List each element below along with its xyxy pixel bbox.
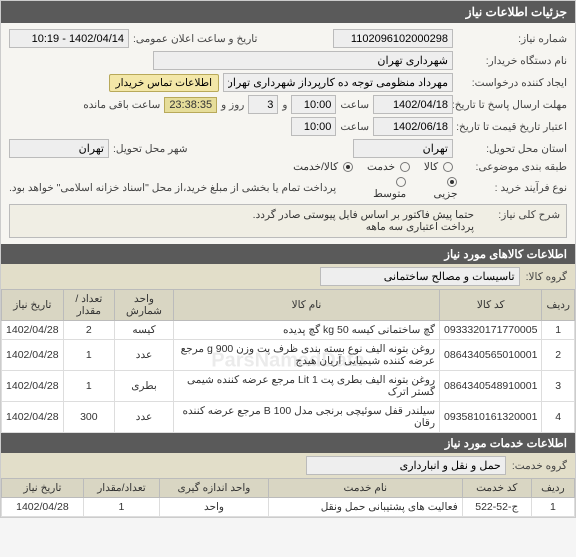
announce-label: تاریخ و ساعت اعلان عمومی: xyxy=(133,33,257,45)
requester-label: ایجاد کننده درخواست: xyxy=(457,77,567,89)
buy-type-medium[interactable]: متوسط xyxy=(360,176,406,200)
cell-name: روغن بتونه الیف نوع بسته بندی ظرف پت وزن… xyxy=(173,340,439,371)
cell-date: 1402/04/28 xyxy=(2,321,64,340)
cell-qty: 300 xyxy=(63,402,115,433)
cell-unit: عدد xyxy=(115,402,174,433)
services-group-row: گروه خدمت: xyxy=(1,453,575,478)
cell-date: 1402/04/28 xyxy=(2,371,64,402)
countdown: 23:38:35 xyxy=(164,97,217,113)
cell-name: فعالیت های پشتیبانی حمل ونقل xyxy=(268,498,462,517)
need-details-panel: جزئیات اطلاعات نیاز شماره نیاز: تاریخ و … xyxy=(0,0,576,518)
scol-code: کد خدمت xyxy=(462,479,531,498)
buyer-label: نام دستگاه خریدار: xyxy=(457,55,567,67)
province-label: استان محل تحویل: xyxy=(457,143,567,155)
cell-code: 0935810161320001 xyxy=(440,402,542,433)
city-field xyxy=(9,139,109,158)
validity-date-field xyxy=(373,117,453,136)
deadline-date-field xyxy=(373,95,453,114)
deadline-time-field xyxy=(291,95,336,114)
scol-qty: تعداد/مقدار xyxy=(83,479,159,498)
cell-name: سیلندر قفل سوئیچی برنجی مدل B 100 مرجع ع… xyxy=(173,402,439,433)
services-group-field xyxy=(306,456,506,475)
cell-date: 1402/04/28 xyxy=(2,402,64,433)
days-suffix: روز و xyxy=(221,99,244,111)
time-label-2: ساعت xyxy=(340,121,369,133)
general-label: شرح کلی نیاز: xyxy=(480,209,560,221)
cell-code: 0864340548910001 xyxy=(440,371,542,402)
scol-unit: واحد اندازه گیری xyxy=(160,479,269,498)
scol-idx: ردیف xyxy=(531,479,574,498)
general-desc-box: شرح کلی نیاز: حتما پیش فاکتور بر اساس فا… xyxy=(9,204,567,238)
services-table: ردیف کد خدمت نام خدمت واحد اندازه گیری ت… xyxy=(1,478,575,517)
panel-title: جزئیات اطلاعات نیاز xyxy=(1,1,575,23)
validity-time-field xyxy=(291,117,336,136)
announce-field xyxy=(9,29,129,48)
cell-date: 1402/04/28 xyxy=(2,340,64,371)
cell-code: 0933320171770005 xyxy=(440,321,542,340)
cell-unit: کیسه xyxy=(115,321,174,340)
scol-name: نام خدمت xyxy=(268,479,462,498)
cell-qty: 2 xyxy=(63,321,115,340)
table-row[interactable]: 40935810161320001سیلندر قفل سوئیچی برنجی… xyxy=(2,402,575,433)
goods-table: ردیف کد کالا نام کالا واحد شمارش تعداد /… xyxy=(1,289,575,433)
time-label-1: ساعت xyxy=(340,99,369,111)
scol-date: تاریخ نیاز xyxy=(2,479,84,498)
cell-name: گچ ساختمانی کیسه 50 kg گچ پدیده xyxy=(173,321,439,340)
cell-name: روغن بتونه الیف بطری پت 1 Lit مرجع عرضه … xyxy=(173,371,439,402)
col-date: تاریخ نیاز xyxy=(2,290,64,321)
buyer-field xyxy=(153,51,453,70)
cell-qty: 1 xyxy=(83,498,159,517)
general-text: حتما پیش فاکتور بر اساس فایل پیوستی صادر… xyxy=(16,209,474,233)
city-label: شهر محل تحویل: xyxy=(113,143,188,155)
col-name: نام کالا xyxy=(173,290,439,321)
classify-both[interactable]: کالا/خدمت xyxy=(293,161,353,173)
table-row[interactable]: 1ج-52-522فعالیت های پشتیبانی حمل ونقلواح… xyxy=(2,498,575,517)
goods-group-row: گروه کالا: xyxy=(1,264,575,289)
cell-code: ج-52-522 xyxy=(462,498,531,517)
table-row[interactable]: 20864340565010001روغن بتونه الیف نوع بست… xyxy=(2,340,575,371)
services-section-title: اطلاعات خدمات مورد نیاز xyxy=(1,433,575,453)
cell-idx: 3 xyxy=(542,371,575,402)
cell-unit: واحد xyxy=(160,498,269,517)
col-qty: تعداد / مقدار xyxy=(63,290,115,321)
goods-group-field xyxy=(320,267,520,286)
form-area: شماره نیاز: تاریخ و ساعت اعلان عمومی: نا… xyxy=(1,23,575,244)
classify-khadamat[interactable]: خدمت xyxy=(367,161,410,173)
buy-type-minor[interactable]: جزیی xyxy=(420,176,457,200)
cell-unit: عدد xyxy=(115,340,174,371)
table-row[interactable]: 10933320171770005گچ ساختمانی کیسه 50 kg … xyxy=(2,321,575,340)
col-code: کد کالا xyxy=(440,290,542,321)
buy-type-label: نوع فرآیند خرید : xyxy=(461,182,567,194)
cell-idx: 4 xyxy=(542,402,575,433)
services-group-label: گروه خدمت: xyxy=(512,460,567,472)
goods-group-label: گروه کالا: xyxy=(526,271,567,283)
cell-idx: 1 xyxy=(531,498,574,517)
days-field xyxy=(248,95,278,114)
contact-buyer-button[interactable]: اطلاعات تماس خریدار xyxy=(109,74,219,92)
cell-idx: 1 xyxy=(542,321,575,340)
and-label: و xyxy=(282,99,287,111)
col-idx: ردیف xyxy=(542,290,575,321)
need-no-label: شماره نیاز: xyxy=(457,33,567,45)
cell-qty: 1 xyxy=(63,371,115,402)
cell-code: 0864340565010001 xyxy=(440,340,542,371)
deadline-label: مهلت ارسال پاسخ تا تاریخ: xyxy=(457,99,567,111)
col-unit: واحد شمارش xyxy=(115,290,174,321)
table-row[interactable]: 30864340548910001روغن بتونه الیف بطری پت… xyxy=(2,371,575,402)
goods-section-title: اطلاعات کالاهای مورد نیاز xyxy=(1,244,575,264)
classify-kala[interactable]: کالا xyxy=(424,161,453,173)
cell-unit: بطری xyxy=(115,371,174,402)
requester-field xyxy=(223,73,453,92)
payment-note: پرداخت تمام یا بخشی از مبلغ خرید،از محل … xyxy=(9,182,336,194)
cell-idx: 2 xyxy=(542,340,575,371)
validity-label: اعتبار تاریخ قیمت تا تاریخ: xyxy=(457,121,567,133)
cell-qty: 1 xyxy=(63,340,115,371)
countdown-suffix: ساعت باقی مانده xyxy=(83,99,160,111)
cell-date: 1402/04/28 xyxy=(2,498,84,517)
classify-label: طبقه بندی موضوعی: xyxy=(457,161,567,173)
province-field xyxy=(353,139,453,158)
need-no-field xyxy=(333,29,453,48)
